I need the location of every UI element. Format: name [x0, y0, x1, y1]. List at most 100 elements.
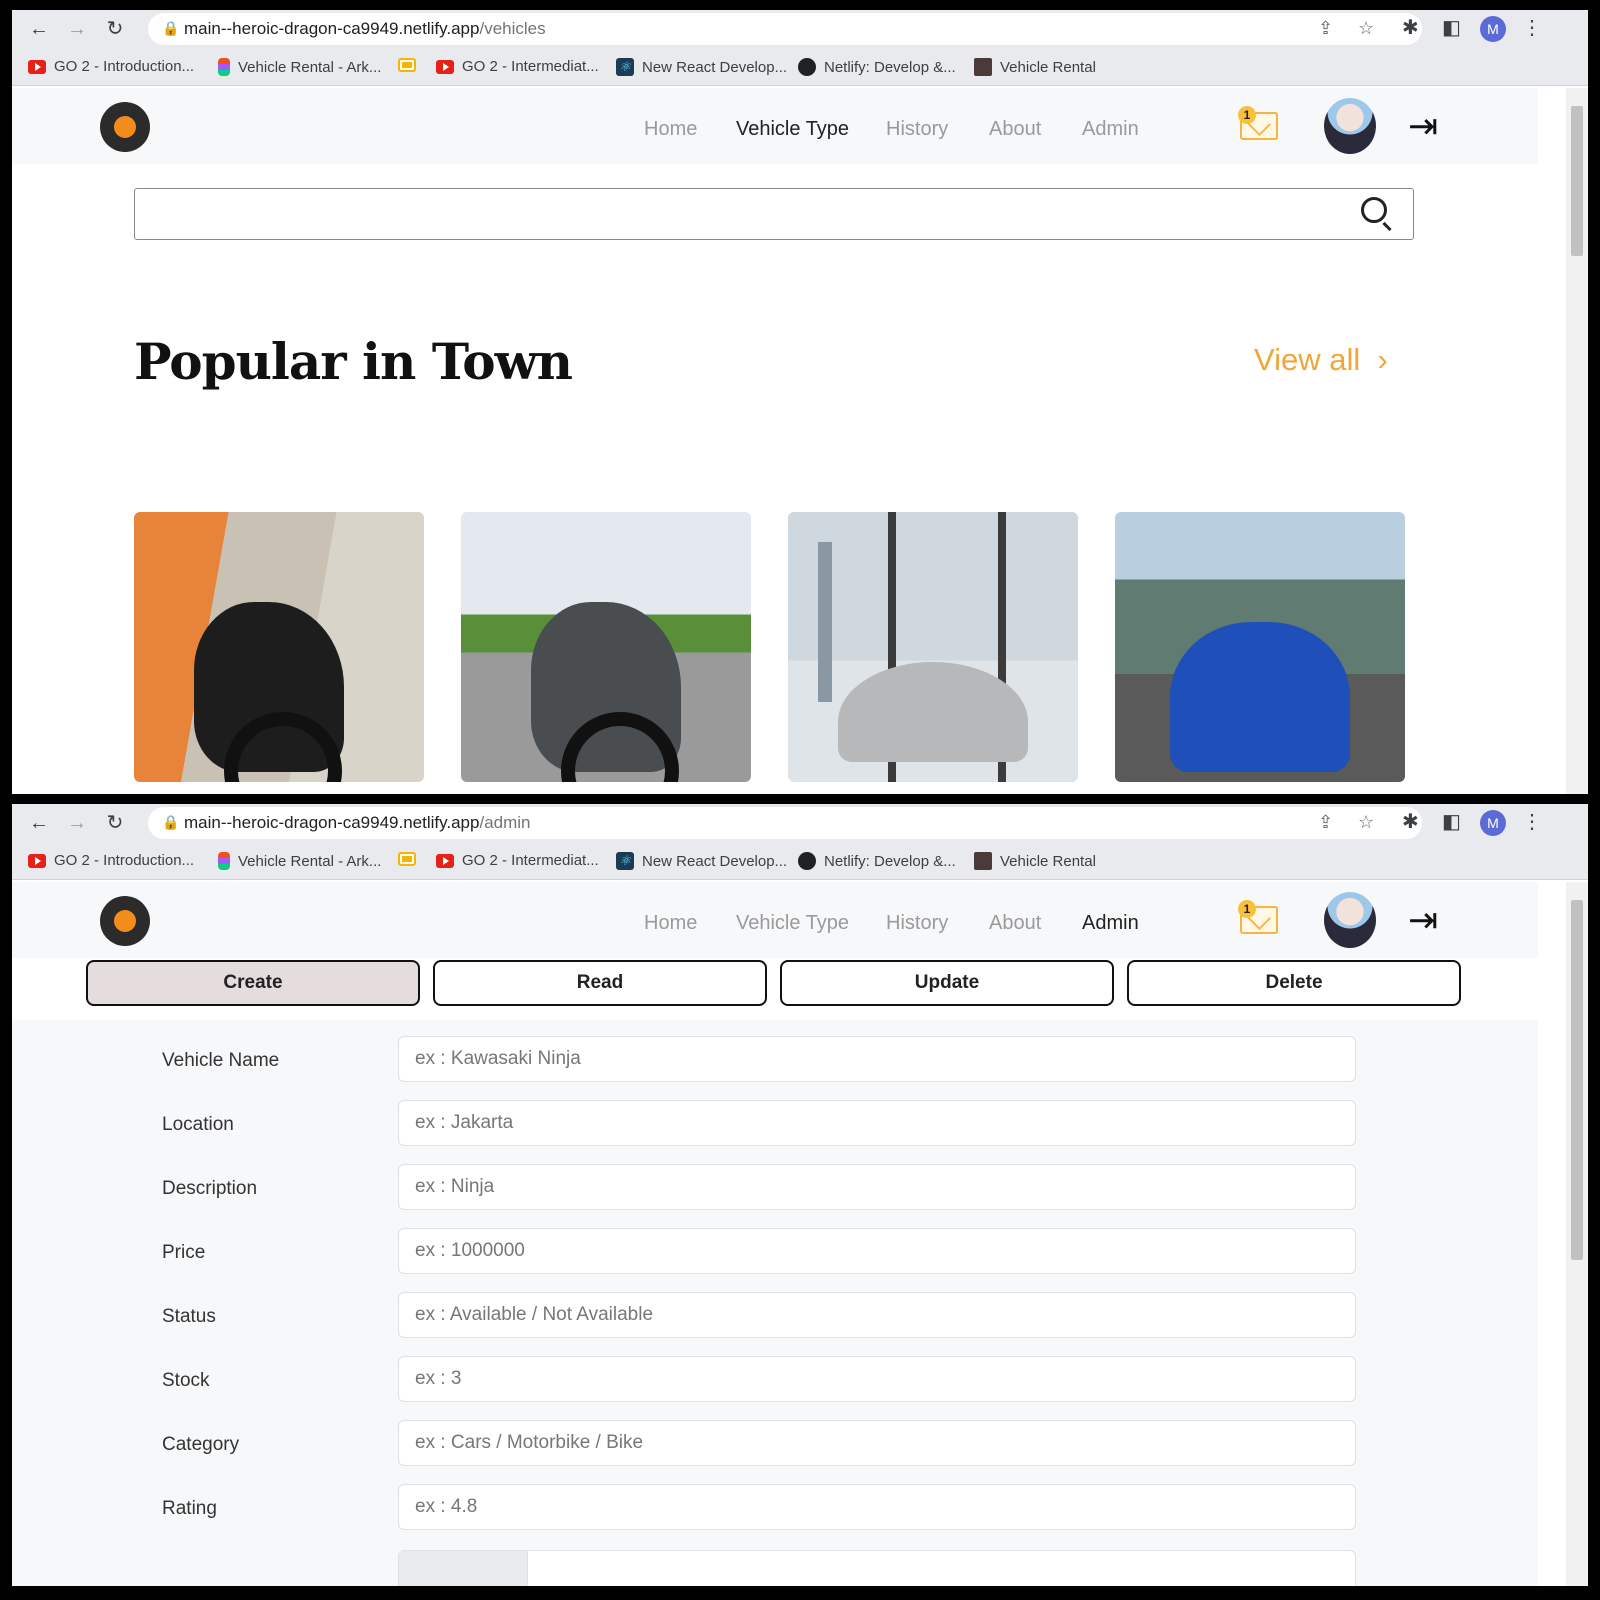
forward-icon[interactable]: →: [64, 810, 90, 836]
bookmark-item[interactable]: GO 2 - Intermediat...: [436, 58, 599, 75]
bookmark-item[interactable]: Vehicle Rental - Ark...: [218, 852, 381, 870]
admin-window: ← → ↻ 🔒 main--heroic-dragon-ca9949.netli…: [12, 804, 1588, 1586]
vehicles-window: ← → ↻ 🔒 main--heroic-dragon-ca9949.netli…: [12, 10, 1588, 794]
netlify-icon: [798, 58, 816, 76]
url-text: main--heroic-dragon-ca9949.netlify.app/v…: [184, 19, 546, 38]
youtube-icon: [436, 59, 454, 74]
chrome-menu-icon[interactable]: ⋮: [1522, 15, 1542, 40]
nav-admin[interactable]: Admin: [1082, 118, 1139, 141]
stock-input[interactable]: [398, 1356, 1356, 1402]
nav-home[interactable]: Home: [644, 118, 697, 141]
scrollbar[interactable]: [1566, 882, 1588, 1586]
vehicle-name-input[interactable]: [398, 1036, 1356, 1082]
price-input[interactable]: [398, 1228, 1356, 1274]
bookmark-star-icon[interactable]: ☆: [1358, 18, 1374, 39]
bookmark-item[interactable]: ⚛ New React Develop...: [616, 852, 787, 870]
logo[interactable]: [100, 102, 150, 152]
bookmarks-bar: GO 2 - Introduction... Vehicle Rental - …: [12, 842, 1588, 880]
field-label: Rating: [162, 1498, 217, 1519]
nav-about[interactable]: About: [989, 118, 1041, 141]
address-bar: ← → ↻ 🔒 main--heroic-dragon-ca9949.netli…: [12, 804, 1588, 842]
field-label: Category: [162, 1434, 240, 1455]
status-input[interactable]: [398, 1292, 1356, 1338]
logout-icon[interactable]: ⇥: [1408, 106, 1438, 146]
bookmark-item[interactable]: GO 2 - Introduction...: [28, 852, 194, 869]
view-all-link[interactable]: View all ›: [1254, 342, 1388, 378]
nav-home[interactable]: Home: [644, 912, 697, 935]
nav-vehicle-type[interactable]: Vehicle Type: [736, 912, 849, 935]
bookmark-item[interactable]: GO 2 - Intermediat...: [436, 852, 599, 869]
profile-avatar[interactable]: M: [1480, 810, 1506, 836]
figma-icon: [218, 852, 230, 870]
file-input[interactable]: [398, 1550, 1356, 1586]
slides-icon: [398, 58, 416, 72]
app-header: Home Vehicle Type History About Admin 1 …: [12, 88, 1538, 164]
youtube-icon: [28, 59, 46, 74]
react-icon: ⚛: [616, 58, 634, 76]
bookmark-item[interactable]: [398, 852, 416, 866]
field-label: Stock: [162, 1370, 210, 1391]
bookmark-item[interactable]: [398, 58, 416, 72]
nav-vehicle-type[interactable]: Vehicle Type: [736, 118, 849, 141]
bookmark-item[interactable]: Netlify: Develop &...: [798, 58, 956, 76]
app-header: Home Vehicle Type History About Admin 1 …: [12, 882, 1538, 958]
url-field[interactable]: 🔒 main--heroic-dragon-ca9949.netlify.app…: [148, 807, 1422, 839]
youtube-icon: [436, 853, 454, 868]
nav-history[interactable]: History: [886, 118, 948, 141]
chrome-menu-icon[interactable]: ⋮: [1522, 809, 1542, 834]
nav-admin[interactable]: Admin: [1082, 912, 1139, 935]
read-tab[interactable]: Read: [433, 960, 767, 1006]
slides-icon: [398, 852, 416, 866]
back-icon[interactable]: ←: [26, 16, 52, 42]
field-label: Price: [162, 1242, 206, 1263]
description-input[interactable]: [398, 1164, 1356, 1210]
side-panel-icon[interactable]: ◧: [1442, 809, 1461, 834]
vehicle-card[interactable]: [134, 512, 424, 782]
scroll-thumb[interactable]: [1571, 900, 1583, 1260]
logout-icon[interactable]: ⇥: [1408, 900, 1438, 940]
react-icon: ⚛: [616, 852, 634, 870]
bookmark-star-icon[interactable]: ☆: [1358, 812, 1374, 833]
youtube-icon: [28, 853, 46, 868]
reload-icon[interactable]: ↻: [102, 810, 128, 836]
motorbike-image: [194, 602, 344, 782]
scrollbar[interactable]: [1566, 88, 1588, 794]
scroll-thumb[interactable]: [1571, 106, 1583, 256]
extensions-icon[interactable]: ✱: [1402, 15, 1419, 40]
vehicle-card[interactable]: [1115, 512, 1405, 782]
bookmark-item[interactable]: ⚛ New React Develop...: [616, 58, 787, 76]
vehicle-card[interactable]: [788, 512, 1078, 782]
location-input[interactable]: [398, 1100, 1356, 1146]
nav-about[interactable]: About: [989, 912, 1041, 935]
rating-input[interactable]: [398, 1484, 1356, 1530]
forward-icon[interactable]: →: [64, 16, 90, 42]
create-tab[interactable]: Create: [86, 960, 420, 1006]
bookmark-item[interactable]: Vehicle Rental: [974, 58, 1096, 76]
profile-avatar[interactable]: M: [1480, 16, 1506, 42]
avatar[interactable]: [1324, 892, 1376, 948]
category-input[interactable]: [398, 1420, 1356, 1466]
vehicle-card[interactable]: [461, 512, 751, 782]
share-icon[interactable]: ⇪: [1318, 18, 1333, 39]
url-field[interactable]: 🔒 main--heroic-dragon-ca9949.netlify.app…: [148, 13, 1422, 45]
address-bar: ← → ↻ 🔒 main--heroic-dragon-ca9949.netli…: [12, 10, 1588, 48]
extensions-icon[interactable]: ✱: [1402, 809, 1419, 834]
bookmark-item[interactable]: Vehicle Rental: [974, 852, 1096, 870]
logo[interactable]: [100, 896, 150, 946]
bookmark-item[interactable]: Vehicle Rental - Ark...: [218, 58, 381, 76]
lock-icon: 🔒: [162, 814, 180, 830]
share-icon[interactable]: ⇪: [1318, 812, 1333, 833]
field-label: Description: [162, 1178, 258, 1199]
bookmarks-bar: GO 2 - Introduction... Vehicle Rental - …: [12, 48, 1588, 86]
side-panel-icon[interactable]: ◧: [1442, 15, 1461, 40]
reload-icon[interactable]: ↻: [102, 16, 128, 42]
update-tab[interactable]: Update: [780, 960, 1114, 1006]
back-icon[interactable]: ←: [26, 810, 52, 836]
delete-tab[interactable]: Delete: [1127, 960, 1461, 1006]
search-icon[interactable]: [1361, 197, 1387, 223]
bookmark-item[interactable]: GO 2 - Introduction...: [28, 58, 194, 75]
search-input[interactable]: [134, 188, 1414, 240]
nav-history[interactable]: History: [886, 912, 948, 935]
bookmark-item[interactable]: Netlify: Develop &...: [798, 852, 956, 870]
avatar[interactable]: [1324, 98, 1376, 154]
